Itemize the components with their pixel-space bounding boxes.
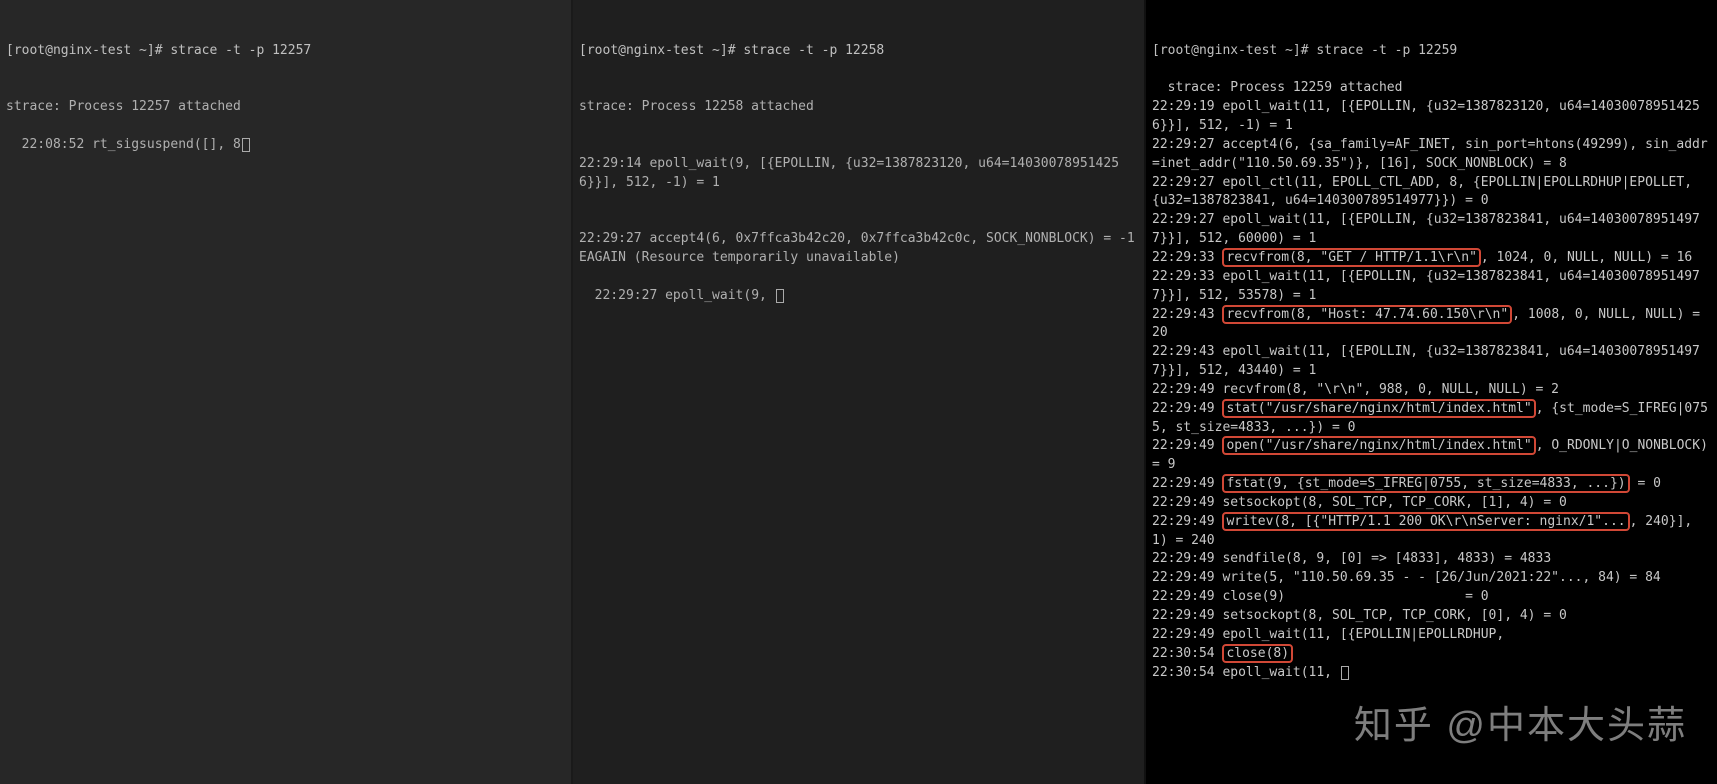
cursor-icon	[242, 138, 250, 152]
shell-prompt: [root@nginx-test ~]# strace -t -p 12258	[579, 42, 1138, 61]
output-body: strace: Process 12259 attached 22:29:19 …	[1152, 80, 1716, 679]
output-line: 22:08:52 rt_sigsuspend([], 8	[22, 137, 241, 152]
output-line: 22:29:27 accept4(6, 0x7ffca3b42c20, 0x7f…	[579, 230, 1138, 268]
terminal-pane-2[interactable]: [root@nginx-test ~]# strace -t -p 12258 …	[573, 0, 1146, 784]
shell-prompt: [root@nginx-test ~]# strace -t -p 12257	[6, 42, 565, 61]
highlighted-syscall: close(8)	[1222, 644, 1293, 663]
output-line: strace: Process 12257 attached	[6, 98, 565, 117]
highlighted-syscall: fstat(9, {st_mode=S_IFREG|0755, st_size=…	[1222, 474, 1629, 493]
highlighted-syscall: recvfrom(8, "GET / HTTP/1.1\r\n"	[1222, 248, 1480, 267]
watermark-text: 知乎 @中本大头蒜	[1354, 699, 1687, 754]
highlighted-syscall: writev(8, [{"HTTP/1.1 200 OK\r\nServer: …	[1222, 512, 1629, 531]
terminal-pane-1[interactable]: [root@nginx-test ~]# strace -t -p 12257 …	[0, 0, 573, 784]
output-line: 22:29:27 epoll_wait(9,	[595, 288, 775, 303]
output-line: 22:29:14 epoll_wait(9, [{EPOLLIN, {u32=1…	[579, 155, 1138, 193]
cursor-icon	[776, 289, 784, 303]
highlighted-syscall: stat("/usr/share/nginx/html/index.html"	[1222, 399, 1535, 418]
output-line: strace: Process 12258 attached	[579, 98, 1138, 117]
terminal-pane-3[interactable]: [root@nginx-test ~]# strace -t -p 12259 …	[1146, 0, 1717, 784]
highlighted-syscall: open("/usr/share/nginx/html/index.html"	[1222, 436, 1535, 455]
highlighted-syscall: recvfrom(8, "Host: 47.74.60.150\r\n"	[1222, 305, 1512, 324]
cursor-icon	[1341, 666, 1349, 680]
shell-prompt: [root@nginx-test ~]# strace -t -p 12259	[1152, 42, 1711, 61]
